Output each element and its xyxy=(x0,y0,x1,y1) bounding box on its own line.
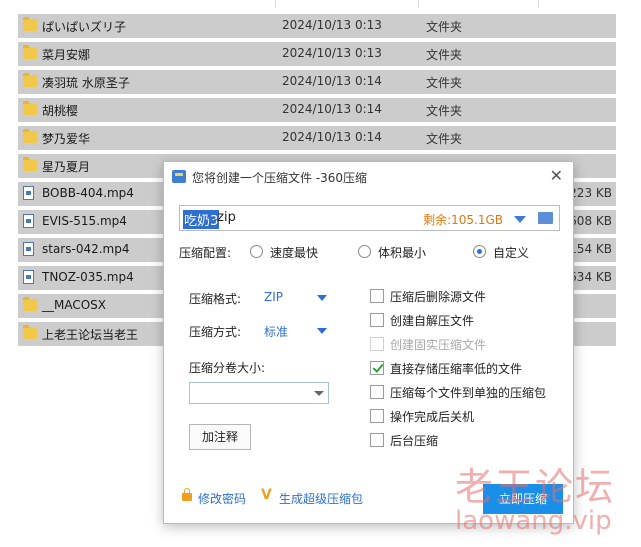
watermark-url: laowang.vip xyxy=(455,506,612,536)
folder-icon xyxy=(23,129,37,143)
file-name: stars-042.mp4 xyxy=(42,242,130,256)
free-space-label: 剩余:105.1GB xyxy=(423,213,503,227)
format-select[interactable]: ZIP xyxy=(264,290,283,304)
option-checkbox[interactable] xyxy=(370,289,384,303)
super-zip-icon: V xyxy=(261,487,272,503)
format-label: 压缩格式: xyxy=(189,292,242,306)
chevron-down-icon[interactable] xyxy=(314,391,324,396)
file-name: TNOZ-035.mp4 xyxy=(42,270,134,284)
radio-fastest-label[interactable]: 速度最快 xyxy=(270,244,318,261)
config-label: 压缩配置: xyxy=(179,246,232,260)
file-icon xyxy=(23,242,34,256)
column-divider xyxy=(418,0,419,8)
watermark-logo: 老王论坛 xyxy=(455,465,616,509)
chevron-down-icon[interactable] xyxy=(317,295,327,301)
file-name: ぱいぱいズリ子 xyxy=(42,20,127,34)
option-label[interactable]: 直接存储压缩率低的文件 xyxy=(390,360,522,377)
file-icon xyxy=(23,186,34,200)
file-name: BOBB-404.mp4 xyxy=(42,186,134,200)
folder-icon xyxy=(23,297,37,311)
column-divider xyxy=(538,0,539,8)
lock-icon xyxy=(182,488,192,501)
file-row[interactable]: ぱいぱいズリ子 2024/10/13 0:13 文件夹 xyxy=(18,14,616,38)
file-name: 胡桃樱 xyxy=(42,104,79,118)
radio-smallest[interactable] xyxy=(358,245,371,258)
file-name: 梦乃爱华 xyxy=(42,132,91,146)
option-checkbox[interactable] xyxy=(370,313,384,327)
file-date: 2024/10/13 0:14 xyxy=(282,102,382,116)
radio-custom[interactable] xyxy=(473,245,486,258)
option-checkbox xyxy=(370,337,384,351)
file-size: 154 KB xyxy=(569,242,612,256)
option-label[interactable]: 后台压缩 xyxy=(390,432,438,449)
chevron-down-icon[interactable] xyxy=(514,216,526,223)
option-checkbox[interactable] xyxy=(370,433,384,447)
option-label[interactable]: 操作完成后关机 xyxy=(390,408,474,425)
file-row[interactable]: 梦乃爱华 2024/10/13 0:14 文件夹 xyxy=(18,126,616,150)
split-size-label: 压缩分卷大小: xyxy=(189,361,266,375)
file-type: 文件夹 xyxy=(426,20,463,34)
file-date: 2024/10/13 0:13 xyxy=(282,46,382,60)
file-row[interactable]: 菜月安娜 2024/10/13 0:13 文件夹 xyxy=(18,42,616,66)
file-size: 634 KB xyxy=(569,270,612,284)
file-name: __MACOSX xyxy=(42,298,107,312)
radio-fastest[interactable] xyxy=(250,245,263,258)
dialog-titlebar: 您将创建一个压缩文件 -360压缩 ✕ xyxy=(164,162,573,190)
filename-extension: .zip xyxy=(213,210,236,225)
file-date: 2024/10/13 0:14 xyxy=(282,130,382,144)
option-checkbox[interactable] xyxy=(370,385,384,399)
archive-path-input[interactable]: 吃奶3 .zip 剩余:105.1GB xyxy=(179,205,560,231)
add-comment-button[interactable]: 加注释 xyxy=(189,424,251,450)
chevron-down-icon[interactable] xyxy=(317,328,327,334)
option-label[interactable]: 压缩每个文件到单独的压缩包 xyxy=(390,384,546,401)
file-date: 2024/10/13 0:13 xyxy=(282,18,382,32)
super-zip-link[interactable]: 生成超级压缩包 xyxy=(279,490,363,507)
file-size: 608 KB xyxy=(569,214,612,228)
change-password-link[interactable]: 修改密码 xyxy=(198,490,246,507)
option-label[interactable]: 创建自解压文件 xyxy=(390,312,474,329)
app-logo-icon xyxy=(172,170,186,183)
file-type: 文件夹 xyxy=(426,132,463,146)
file-type: 文件夹 xyxy=(426,104,463,118)
file-name: 凑羽琉 水原圣子 xyxy=(42,76,130,90)
option-checkbox[interactable] xyxy=(370,361,384,375)
folder-icon xyxy=(23,157,37,171)
option-checkbox[interactable] xyxy=(370,409,384,423)
method-select[interactable]: 标准 xyxy=(264,323,288,340)
folder-icon xyxy=(23,45,37,59)
split-size-combo[interactable] xyxy=(189,382,329,404)
file-name: 上老王论坛当老王 xyxy=(42,328,139,342)
browse-folder-icon[interactable] xyxy=(538,212,553,224)
file-icon xyxy=(23,270,34,284)
file-type: 文件夹 xyxy=(426,76,463,90)
close-icon[interactable]: ✕ xyxy=(550,166,563,185)
file-row[interactable]: 胡桃樱 2024/10/13 0:14 文件夹 xyxy=(18,98,616,122)
method-label: 压缩方式: xyxy=(189,325,242,339)
radio-smallest-label[interactable]: 体积最小 xyxy=(378,244,426,261)
file-name: 星乃夏月 xyxy=(42,160,91,174)
file-icon xyxy=(23,214,34,228)
folder-icon xyxy=(23,101,37,115)
file-row[interactable]: 凑羽琉 水原圣子 2024/10/13 0:14 文件夹 xyxy=(18,70,616,94)
file-date: 2024/10/13 0:14 xyxy=(282,74,382,88)
radio-custom-label[interactable]: 自定义 xyxy=(493,244,529,261)
file-size: 223 KB xyxy=(569,186,612,200)
file-name: EVIS-515.mp4 xyxy=(42,214,127,228)
option-label: 创建固实压缩文件 xyxy=(390,338,487,352)
option-label[interactable]: 压缩后删除源文件 xyxy=(390,288,486,305)
folder-icon xyxy=(23,73,37,87)
file-type: 文件夹 xyxy=(426,48,463,62)
dialog-title: 您将创建一个压缩文件 -360压缩 xyxy=(192,171,368,185)
file-name: 菜月安娜 xyxy=(42,48,91,62)
folder-icon xyxy=(23,325,37,339)
column-divider xyxy=(275,0,276,8)
folder-icon xyxy=(23,17,37,31)
